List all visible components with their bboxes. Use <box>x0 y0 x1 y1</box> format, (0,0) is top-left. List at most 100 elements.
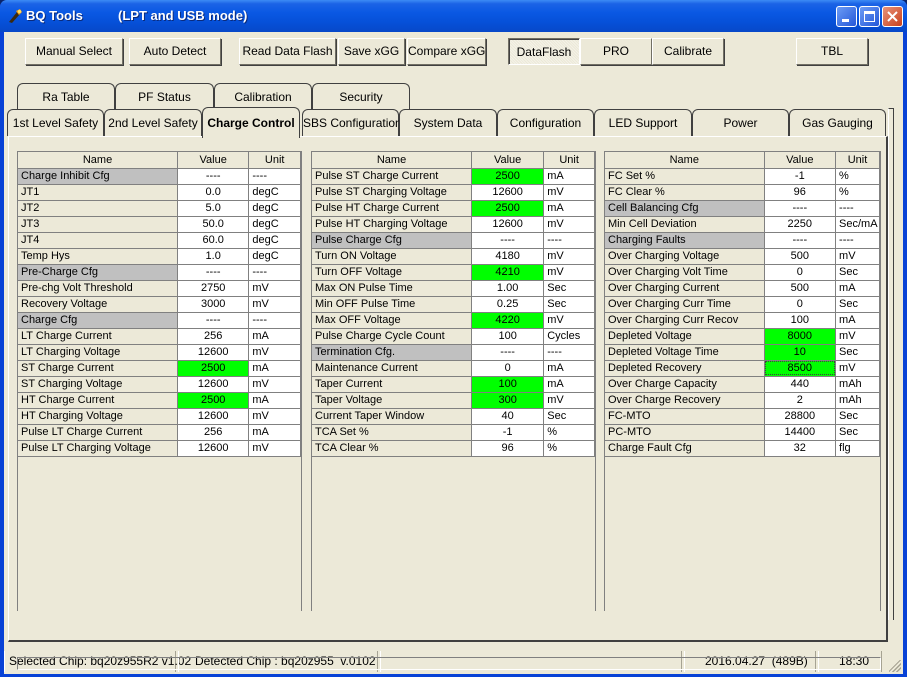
tab-ra-table[interactable]: Ra Table <box>17 83 115 109</box>
param-value[interactable]: 300 <box>471 392 545 409</box>
dataflash-button[interactable]: DataFlash <box>508 38 580 65</box>
read-data-flash-button[interactable]: Read Data Flash <box>239 38 336 65</box>
table-row[interactable]: Min OFF Pulse Time 0.25 Sec <box>312 296 595 313</box>
tab-calibration[interactable]: Calibration <box>214 83 312 109</box>
horizontal-scrollbar[interactable] <box>17 657 881 670</box>
param-value[interactable]: 32 <box>764 440 837 457</box>
param-value[interactable]: 12600 <box>471 216 545 233</box>
table-row[interactable]: Turn OFF Voltage 4210 mV <box>312 264 595 281</box>
table-row[interactable]: JT1 0.0 degC <box>18 184 301 201</box>
tbl-button[interactable]: TBL <box>796 38 868 65</box>
param-value[interactable]: 1.00 <box>471 280 545 297</box>
param-value[interactable]: 2500 <box>471 200 545 217</box>
param-value[interactable]: ---- <box>764 232 837 249</box>
header-unit[interactable]: Unit <box>835 152 880 169</box>
param-value[interactable]: 8500 <box>764 360 837 377</box>
param-value[interactable]: 100 <box>764 312 837 329</box>
table-row[interactable]: Pulse HT Charging Voltage 12600 mV <box>312 216 595 233</box>
param-value[interactable]: 2500 <box>471 168 545 185</box>
header-value[interactable]: Value <box>764 152 837 169</box>
table-row[interactable]: LT Charging Voltage 12600 mV <box>18 344 301 361</box>
table-row[interactable]: Min Cell Deviation 2250 Sec/mA <box>605 216 880 233</box>
table-row[interactable]: FC Set % -1% <box>605 168 880 185</box>
param-value[interactable]: 256 <box>177 328 250 345</box>
param-value[interactable]: 12600 <box>177 440 250 457</box>
param-value[interactable]: 100 <box>471 376 545 393</box>
param-value[interactable]: 2500 <box>177 392 250 409</box>
table-row[interactable]: LT Charge Current 256 mA <box>18 328 301 345</box>
param-value[interactable]: ---- <box>177 264 250 281</box>
tab-security[interactable]: Security <box>312 83 410 109</box>
param-value[interactable]: 3000 <box>177 296 250 313</box>
param-value[interactable]: 12600 <box>471 184 545 201</box>
param-value[interactable]: -1 <box>764 168 837 185</box>
table-row[interactable]: Pulse LT Charge Current 256 mA <box>18 424 301 441</box>
table-row[interactable]: Pulse ST Charge Current 2500 mA <box>312 168 595 185</box>
save-xgg-button[interactable]: Save xGG <box>338 38 405 65</box>
param-value[interactable]: 12600 <box>177 344 250 361</box>
manual-select-button[interactable]: Manual Select <box>25 38 123 65</box>
maximize-button[interactable] <box>859 6 880 27</box>
calibrate-button[interactable]: Calibrate <box>652 38 724 65</box>
param-value[interactable]: 1.0 <box>177 248 250 265</box>
pro-button[interactable]: PRO <box>580 38 652 65</box>
param-value[interactable]: 12600 <box>177 376 250 393</box>
tab-sbs-configuration[interactable]: SBS Configuration <box>302 109 402 136</box>
param-value[interactable]: ---- <box>177 312 250 329</box>
table-row[interactable]: JT2 5.0 degC <box>18 200 301 217</box>
param-value[interactable]: ---- <box>471 344 545 361</box>
param-value[interactable]: 500 <box>764 248 837 265</box>
group-row[interactable]: Charge Cfg ---- ---- <box>18 312 301 329</box>
header-value[interactable]: Value <box>177 152 250 169</box>
group-row[interactable]: Termination Cfg. ---- ---- <box>312 344 595 361</box>
header-name[interactable]: Name <box>18 152 179 169</box>
param-value[interactable]: 96 <box>471 440 545 457</box>
param-value[interactable]: 256 <box>177 424 250 441</box>
table-row[interactable]: PC-MTO 14400 Sec <box>605 424 880 441</box>
param-value[interactable]: 4210 <box>471 264 545 281</box>
table-row[interactable]: HT Charging Voltage 12600 mV <box>18 408 301 425</box>
param-value[interactable]: 96 <box>764 184 837 201</box>
param-value[interactable]: 0 <box>764 264 837 281</box>
tab-configuration[interactable]: Configuration <box>497 109 594 136</box>
param-value[interactable]: 60.0 <box>177 232 250 249</box>
tab-2nd-level-safety[interactable]: 2nd Level Safety <box>104 109 202 136</box>
resize-grip-icon[interactable] <box>889 660 901 672</box>
param-value[interactable]: 14400 <box>764 424 837 441</box>
header-value[interactable]: Value <box>471 152 545 169</box>
param-value[interactable]: 0 <box>471 360 545 377</box>
table-row[interactable]: TCA Clear % 96% <box>312 440 595 457</box>
header-unit[interactable]: Unit <box>248 152 301 169</box>
close-button[interactable] <box>882 6 903 27</box>
table-row[interactable]: Temp Hys 1.0 degC <box>18 248 301 265</box>
group-row[interactable]: Pulse Charge Cfg ---- ---- <box>312 232 595 249</box>
tab-led-support[interactable]: LED Support <box>594 109 692 136</box>
table-row[interactable]: Pulse LT Charging Voltage 12600 mV <box>18 440 301 457</box>
tab-1st-level-safety[interactable]: 1st Level Safety <box>7 109 104 136</box>
table-row[interactable]: Recovery Voltage 3000 mV <box>18 296 301 313</box>
param-value[interactable]: 2250 <box>764 216 837 233</box>
table-row[interactable]: Pulse ST Charging Voltage 12600 mV <box>312 184 595 201</box>
table-row[interactable]: Current Taper Window 40 Sec <box>312 408 595 425</box>
table-row[interactable]: HT Charge Current 2500 mA <box>18 392 301 409</box>
param-value[interactable]: 2750 <box>177 280 250 297</box>
tab-charge-control[interactable]: Charge Control <box>202 107 300 138</box>
compare-xgg-button[interactable]: Compare xGG <box>407 38 486 65</box>
group-row[interactable]: Cell Balancing Cfg ---- ---- <box>605 200 880 217</box>
table-row[interactable]: FC-MTO 28800 Sec <box>605 408 880 425</box>
table-row[interactable]: Over Charging Voltage 500 mV <box>605 248 880 265</box>
param-value[interactable]: ---- <box>471 232 545 249</box>
param-value[interactable]: ---- <box>764 200 837 217</box>
table-row[interactable]: JT3 50.0 degC <box>18 216 301 233</box>
param-value[interactable]: 40 <box>471 408 545 425</box>
group-row[interactable]: Charging Faults ---- ---- <box>605 232 880 249</box>
param-value[interactable]: 0.0 <box>177 184 250 201</box>
table-row[interactable]: Max ON Pulse Time 1.00 Sec <box>312 280 595 297</box>
table-row[interactable]: TCA Set % -1% <box>312 424 595 441</box>
param-value[interactable]: 2 <box>764 392 837 409</box>
title-bar[interactable]: BQ Tools (LPT and USB mode) <box>0 0 907 32</box>
table-row[interactable]: Over Charging Curr Time 0 Sec <box>605 296 880 313</box>
table-row[interactable]: Pulse Charge Cycle Count 100 Cycles <box>312 328 595 345</box>
table-row[interactable]: Over Charging Curr Recov 100 mA <box>605 312 880 329</box>
param-value[interactable]: -1 <box>471 424 545 441</box>
